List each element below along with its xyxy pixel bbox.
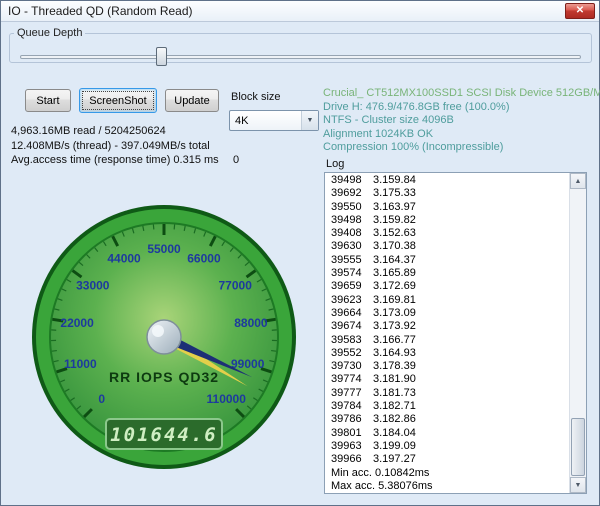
start-button[interactable]: Start	[25, 89, 71, 112]
log-scrollbar[interactable]: ▲ ▼	[569, 173, 586, 493]
log-row[interactable]: 396233.169.81	[326, 294, 569, 307]
run-stats: 4,963.16MB read / 5204250624 12.408MB/s …	[11, 124, 219, 168]
close-icon: ✕	[576, 5, 584, 16]
log-row[interactable]: 394983.159.82	[326, 214, 569, 227]
svg-text:11000: 11000	[64, 357, 97, 371]
stat-bytes-read: 4,963.16MB read / 5204250624	[11, 124, 219, 139]
log-row[interactable]: 399633.199.09	[326, 440, 569, 453]
stat-counter: 0	[233, 154, 239, 166]
log-row[interactable]: 396743.173.92	[326, 320, 569, 333]
gauge-hub	[147, 320, 181, 354]
log-row[interactable]: 397743.181.90	[326, 373, 569, 386]
block-size-label: Block size	[231, 91, 281, 103]
close-button[interactable]: ✕	[565, 3, 595, 19]
window-title: IO - Threaded QD (Random Read)	[8, 4, 565, 18]
log-listbox[interactable]: 394983.159.84396923.175.33395503.163.973…	[324, 172, 587, 494]
scroll-up-icon[interactable]: ▲	[570, 173, 586, 189]
log-summary-row[interactable]: Max acc. 5.38076ms	[326, 480, 569, 492]
queue-depth-slider[interactable]	[16, 46, 585, 68]
log-row[interactable]: 396643.173.09	[326, 307, 569, 320]
log-row[interactable]: 397303.178.39	[326, 360, 569, 373]
stat-avg-access-time: Avg.access time (response time) 0.315 ms	[11, 153, 219, 168]
gauge-hub-highlight	[152, 325, 164, 337]
iops-gauge: 0 11000 22000 33000 44000 55000 66000 77000 8800…	[31, 204, 297, 470]
queue-depth-label: Queue Depth	[14, 27, 85, 39]
drive-detail-line: NTFS - Cluster size 4096B	[323, 114, 600, 128]
queue-depth-group: Queue Depth	[9, 27, 592, 63]
log-summary-row[interactable]: Min acc. 0.10842ms	[326, 467, 569, 480]
log-row[interactable]: 398013.184.04	[326, 427, 569, 440]
log-row[interactable]: 397863.182.86	[326, 413, 569, 426]
gauge-caption: RR IOPS QD32	[109, 369, 219, 385]
svg-text:55000: 55000	[147, 242, 181, 256]
app-window: IO - Threaded QD (Random Read) ✕ Queue D…	[0, 0, 600, 506]
log-row[interactable]: 399663.197.27	[326, 453, 569, 466]
log-row[interactable]: 397773.181.73	[326, 387, 569, 400]
screenshot-button[interactable]: ScreenShot	[79, 88, 157, 113]
log-row[interactable]: 395503.163.97	[326, 201, 569, 214]
log-row[interactable]: 397843.182.71	[326, 400, 569, 413]
log-row[interactable]: 395523.164.93	[326, 347, 569, 360]
block-size-select[interactable]: 4K ▼	[229, 110, 319, 131]
log-row[interactable]: 395743.165.89	[326, 267, 569, 280]
log-row[interactable]: 394983.159.84	[326, 174, 569, 187]
slider-track[interactable]	[20, 55, 581, 59]
gauge-lcd-value: 101644.6	[110, 424, 218, 446]
scrollbar-thumb[interactable]	[571, 418, 585, 476]
log-row[interactable]: 396593.172.69	[326, 280, 569, 293]
block-size-value: 4K	[235, 115, 248, 127]
update-button[interactable]: Update	[165, 89, 219, 112]
drive-info: Crucial_ CT512MX100SSD1 SCSI Disk Device…	[323, 87, 600, 155]
drive-detail-line: Compression 100% (Incompressible)	[323, 141, 600, 155]
log-list: 394983.159.84396923.175.33395503.163.973…	[326, 174, 569, 492]
title-bar[interactable]: IO - Threaded QD (Random Read) ✕	[1, 1, 599, 22]
svg-text:22000: 22000	[60, 316, 94, 330]
svg-text:44000: 44000	[107, 252, 141, 266]
stat-throughput: 12.408MB/s (thread) - 397.049MB/s total	[11, 139, 219, 154]
log-row[interactable]: 396303.170.38	[326, 240, 569, 253]
svg-text:77000: 77000	[219, 278, 253, 292]
scroll-down-icon[interactable]: ▼	[570, 477, 586, 493]
svg-text:33000: 33000	[76, 278, 110, 292]
drive-title: Crucial_ CT512MX100SSD1 SCSI Disk Device…	[323, 87, 600, 101]
drive-detail-line: Drive H: 476.9/476.8GB free (100.0%)	[323, 101, 600, 115]
log-row[interactable]: 395553.164.37	[326, 254, 569, 267]
svg-text:88000: 88000	[234, 316, 268, 330]
svg-text:66000: 66000	[187, 252, 221, 266]
drive-detail-line: Alignment 1024KB OK	[323, 128, 600, 142]
svg-text:0: 0	[98, 392, 105, 406]
chevron-down-icon[interactable]: ▼	[301, 111, 318, 130]
log-row[interactable]: 395833.166.77	[326, 334, 569, 347]
svg-text:110000: 110000	[207, 392, 247, 406]
slider-thumb[interactable]	[156, 47, 167, 66]
log-row[interactable]: 394083.152.63	[326, 227, 569, 240]
log-row[interactable]: 396923.175.33	[326, 187, 569, 200]
log-label: Log	[326, 158, 344, 170]
